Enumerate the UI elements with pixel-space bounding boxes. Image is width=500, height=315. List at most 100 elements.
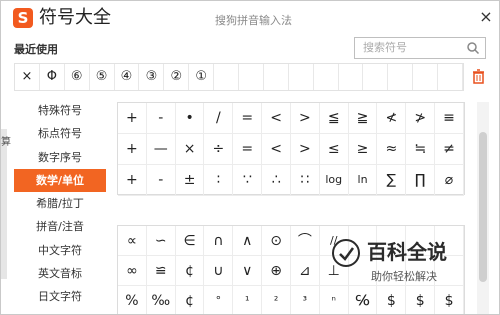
sidebar-category-item[interactable]: 特殊符号 [14,99,106,122]
sidebar-category-item[interactable]: 希腊/拉丁 [14,192,106,215]
category-sidebar: 特殊符号 标点符号 数字序号 数学/单位 希腊/拉丁 拼音/注音 中文字符 英文音标 日文字符 [14,99,106,309]
symbol-cell[interactable]: - [146,103,176,134]
symbol-cell[interactable]: ° [204,286,234,314]
symbol-cell[interactable]: = [233,134,263,165]
symbol-cell[interactable]: ≒ [406,134,436,165]
watermark: 百科全说 助你轻松解决 [331,236,481,296]
symbol-cell[interactable]: ≡ [435,103,464,134]
sidebar-category-item[interactable]: 日文字符 [14,285,106,308]
symbol-cell[interactable]: — [146,134,176,165]
recent-symbol-cell[interactable] [438,64,464,90]
recent-symbols: × Φ ⑥ ⑤ ④ ③ ② ① [14,63,464,91]
left-edge-label: 算 [1,137,11,148]
symbol-cell[interactable]: ² [262,286,291,314]
sidebar-category-item[interactable]: 拼音/注音 [14,215,106,238]
search-placeholder: 搜索符号 [363,41,407,54]
symbol-cell[interactable]: ∪ [204,256,234,286]
symbol-cell[interactable]: < [262,134,291,165]
symbol-cell[interactable]: ≥ [348,134,378,165]
recent-symbol-cell[interactable] [339,64,364,90]
recent-symbol-cell[interactable] [388,64,414,90]
symbol-cell[interactable]: ≦ [319,103,349,134]
symbol-cell[interactable]: - [146,165,176,196]
recent-symbol-cell[interactable]: ① [189,64,215,90]
recent-symbol-cell[interactable]: ④ [115,64,140,90]
symbol-cell[interactable]: ∏ [406,165,436,196]
app-title: 符号大全 [39,7,111,28]
symbols-window: S 符号大全 搜狗拼音输入法 × 最近使用 搜索符号 × Φ ⑥ ⑤ ④ ③ ② ① 算 特殊… [0,0,500,315]
symbol-cell[interactable]: ≧ [348,103,378,134]
symbol-cell[interactable]: ∶ [204,165,234,196]
symbol-cell[interactable]: ⊙ [262,226,291,256]
symbol-cell[interactable]: ∵ [233,165,263,196]
symbol-cell[interactable]: ln [348,165,378,196]
symbol-cell[interactable]: ⊿ [290,256,320,286]
symbol-cell[interactable]: ¢ [175,256,205,286]
symbol-cell[interactable]: ÷ [204,134,234,165]
symbol-cell[interactable]: ≮ [377,103,407,134]
symbol-cell[interactable]: = [233,103,263,134]
symbol-cell[interactable]: × [175,134,205,165]
symbol-cell[interactable]: ≈ [377,134,407,165]
symbol-cell[interactable]: ∑ [377,165,407,196]
symbol-cell[interactable]: ∞ [118,256,147,286]
symbol-cell[interactable]: ∨ [233,256,263,286]
symbol-cell[interactable]: > [290,103,320,134]
recent-symbol-cell[interactable]: ⑤ [90,64,115,90]
symbol-cell[interactable]: ∈ [175,226,205,256]
search-input[interactable]: 搜索符号 [354,37,486,59]
symbol-cell[interactable]: ⊕ [262,256,291,286]
symbol-cell[interactable]: + [118,165,147,196]
search-icon[interactable] [466,41,480,55]
symbol-cell[interactable]: ³ [291,286,320,314]
trash-icon[interactable] [472,69,485,84]
symbol-row: + - ± ∶ ∵ ∴ ∷ log ln ∑ ∏ ⌀ [118,165,464,196]
symbol-cell[interactable]: ∴ [262,165,291,196]
symbol-cell[interactable]: ∷ [290,165,320,196]
recent-symbol-cell[interactable]: ③ [139,64,165,90]
symbol-cell[interactable]: > [290,134,320,165]
sidebar-category-item[interactable]: 数学/单位 [14,168,106,193]
symbol-cell[interactable]: ∝ [118,226,147,256]
symbol-cell[interactable]: ≤ [319,134,349,165]
symbol-cell[interactable]: log [319,165,349,196]
sidebar-category-item[interactable]: 英文音标 [14,262,106,285]
close-button[interactable]: × [476,7,496,27]
recent-symbol-cell[interactable] [314,64,339,90]
symbol-cell[interactable]: ∩ [204,226,234,256]
symbol-cell[interactable]: / [204,103,234,134]
recent-symbol-cell[interactable] [214,64,240,90]
sidebar-category-item[interactable]: 数字序号 [14,146,106,169]
symbol-cell[interactable]: ≠ [435,134,464,165]
symbol-cell[interactable]: ⌒ [290,226,320,256]
symbol-cell[interactable]: • [175,103,205,134]
symbol-row: + — × ÷ = < > ≤ ≥ ≈ ≒ ≠ [118,134,464,165]
recent-symbol-cell[interactable] [239,64,264,90]
symbol-cell[interactable]: ∽ [146,226,176,256]
recent-symbol-cell[interactable]: ⑥ [65,64,90,90]
recent-symbol-cell[interactable] [264,64,289,90]
symbol-cell[interactable]: ± [175,165,205,196]
symbol-cell[interactable]: ≌ [146,256,176,286]
symbol-cell[interactable]: % [118,286,147,314]
symbol-cell[interactable]: ‰ [147,286,176,314]
symbol-cell[interactable]: + [118,134,147,165]
watermark-subtitle: 助你轻松解决 [371,270,437,283]
sidebar-category-item[interactable]: 中文字符 [14,239,106,262]
symbol-cell[interactable]: + [118,103,147,134]
symbol-cell[interactable]: ¢ [176,286,205,314]
symbol-cell[interactable]: < [262,103,291,134]
symbol-cell[interactable]: ⌀ [435,165,464,196]
recent-symbol-cell[interactable]: × [15,64,40,90]
watermark-title: 百科全说 [367,240,447,264]
recent-symbol-cell[interactable] [289,64,314,90]
sidebar-category-item[interactable]: 标点符号 [14,122,106,145]
recent-symbol-cell[interactable]: Φ [40,64,65,90]
symbol-cell[interactable]: ∧ [233,226,263,256]
symbol-cell[interactable]: ≯ [406,103,436,134]
recent-symbol-cell[interactable]: ② [164,64,190,90]
symbol-cell[interactable]: ¹ [233,286,263,314]
recent-label: 最近使用 [14,43,58,56]
recent-symbol-cell[interactable] [363,64,389,90]
recent-symbol-cell[interactable] [413,64,439,90]
